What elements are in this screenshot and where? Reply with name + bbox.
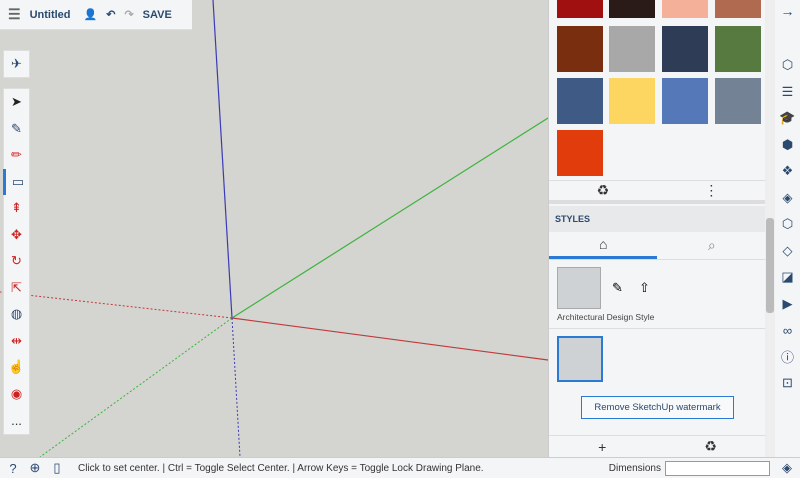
instructor-icon[interactable]: 🎓	[779, 105, 795, 132]
more-tools-icon[interactable]: ...	[3, 407, 30, 434]
panel-scrollbar[interactable]	[765, 0, 775, 457]
scrollbar-thumb[interactable]	[766, 218, 774, 313]
rotate-icon[interactable]: ↻	[3, 248, 30, 275]
green-axis	[231, 117, 548, 319]
status-message: Click to set center. | Ctrl = Toggle Sel…	[78, 462, 484, 474]
green-axis-negative	[39, 317, 233, 457]
redo-icon[interactable]: ↷	[124, 8, 133, 21]
outliner-icon[interactable]: ☰	[782, 79, 794, 106]
red-axis-negative	[0, 291, 233, 319]
home-tab-icon[interactable]: ⌂	[549, 232, 658, 259]
undo-icon[interactable]: ↶	[106, 8, 115, 21]
sketchup-logo-icon: ◈	[782, 460, 792, 475]
browse-tab-icon[interactable]: ⌕	[658, 237, 766, 254]
menu-icon[interactable]: ☰	[8, 6, 21, 23]
axes	[0, 0, 548, 457]
blue-axis	[212, 0, 233, 319]
search-tool-icon[interactable]: ✈	[3, 51, 30, 77]
color-swatch[interactable]	[662, 0, 708, 18]
scenes-icon[interactable]: ▶	[783, 291, 793, 318]
rectangle-icon[interactable]: ▭	[3, 168, 30, 195]
materials-icon[interactable]: ❖	[782, 158, 794, 185]
push-pull-icon[interactable]: ⇞	[3, 195, 30, 222]
styles-icon[interactable]: ◈	[783, 185, 793, 212]
color-swatch[interactable]	[609, 78, 655, 124]
color-swatch[interactable]	[609, 0, 655, 18]
dimensions-input[interactable]	[665, 460, 770, 476]
color-swatch[interactable]	[662, 78, 708, 124]
color-swatch[interactable]	[609, 26, 655, 72]
style-thumbnail[interactable]	[557, 267, 601, 309]
mouse-icon[interactable]: ▯	[48, 460, 66, 476]
select-icon[interactable]: ➤	[3, 89, 30, 116]
section-plane-icon[interactable]: ⇹	[3, 328, 30, 355]
3d-viewport[interactable]	[0, 0, 548, 457]
globe-icon[interactable]: ⊕	[26, 460, 44, 476]
scale-icon[interactable]: ⇱	[3, 275, 30, 302]
right-icon-bar: → ⬡ ☰ 🎓 ⬢ ❖ ◈ ⬡ ◇ ◪ ▶ ∞ ⓘ ⊡	[775, 0, 800, 457]
color-swatch[interactable]	[557, 78, 603, 124]
shadows-icon[interactable]: ◪	[781, 264, 793, 291]
instructor-toolbar: ✈	[3, 50, 30, 78]
eraser-icon[interactable]: ✎	[3, 116, 30, 143]
save-button[interactable]: SAVE	[143, 9, 172, 21]
red-axis	[231, 317, 548, 361]
right-panel: ♻ ⋮ STYLES ⌂ ⌕ ✎ ⇧ Architectural Design …	[548, 0, 766, 457]
color-swatch[interactable]	[715, 0, 761, 18]
collapse-arrow-icon[interactable]: →	[781, 0, 795, 22]
status-bar: ? ⊕ ▯ Click to set center. | Ctrl = Togg…	[0, 457, 800, 478]
entity-info-icon[interactable]: ⬡	[782, 52, 793, 79]
color-swatch[interactable]	[557, 130, 603, 176]
style-name: Architectural Design Style	[557, 312, 655, 322]
current-style-thumbnail[interactable]	[557, 336, 603, 382]
orbit-hand-icon[interactable]: ☝	[3, 354, 30, 381]
paint-bucket-icon[interactable]: ◍	[3, 301, 30, 328]
color-swatch[interactable]	[557, 0, 603, 18]
purge-icon[interactable]: ♻	[704, 438, 717, 455]
export-style-icon[interactable]: ⇧	[639, 280, 650, 296]
tools-toolbar: ➤ ✎ ✏ ▭ ⇞ ✥ ↻ ⇱ ◍ ⇹ ☝ ◉ ...	[3, 88, 30, 435]
remove-watermark-button[interactable]: Remove SketchUp watermark	[581, 396, 734, 419]
walk-icon[interactable]: ◉	[3, 381, 30, 408]
help-icon[interactable]: ?	[4, 461, 22, 476]
display-icon[interactable]: ∞	[783, 317, 792, 344]
user-icon[interactable]: 👤	[84, 8, 98, 21]
top-toolbar: ☰ Untitled 👤 ↶ ↷ SAVE	[0, 0, 192, 30]
extension-icon[interactable]: ⊡	[782, 370, 793, 397]
color-swatch[interactable]	[557, 26, 603, 72]
styles-heading: STYLES	[549, 206, 766, 232]
info-icon[interactable]: ⓘ	[781, 344, 794, 371]
color-swatch[interactable]	[662, 26, 708, 72]
add-icon[interactable]: +	[598, 439, 606, 455]
components-icon[interactable]: ⬢	[782, 132, 793, 159]
color-swatch[interactable]	[715, 78, 761, 124]
recycle-icon[interactable]: ♻	[597, 182, 610, 199]
blue-axis-negative	[231, 317, 241, 457]
3d-warehouse-icon[interactable]: ⬡	[782, 211, 793, 238]
more-options-icon[interactable]: ⋮	[704, 182, 718, 199]
move-icon[interactable]: ✥	[3, 222, 30, 249]
document-title[interactable]: Untitled	[30, 9, 71, 21]
tags-icon[interactable]: ◇	[783, 238, 793, 265]
dimensions-label: Dimensions	[608, 462, 661, 474]
edit-style-icon[interactable]: ✎	[612, 280, 623, 296]
color-swatch[interactable]	[715, 26, 761, 72]
pencil-icon[interactable]: ✏	[3, 142, 30, 169]
